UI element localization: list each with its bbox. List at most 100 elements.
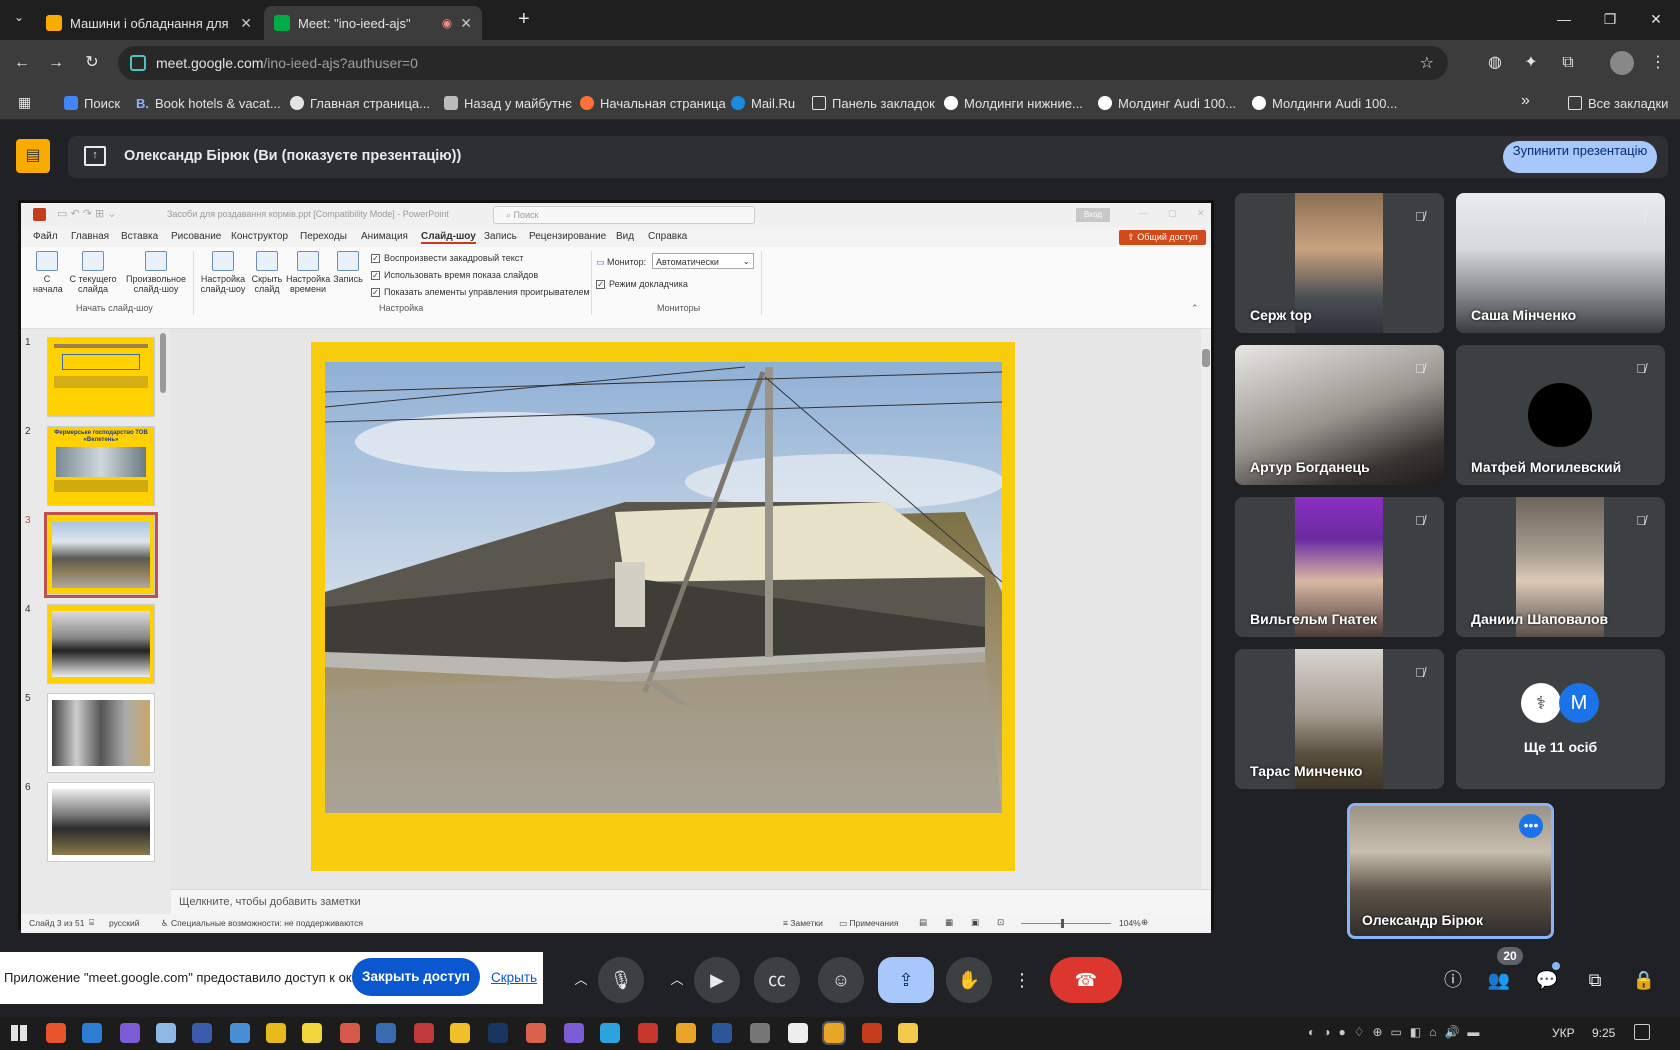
spellcheck-icon[interactable]: ⌸: [89, 917, 94, 928]
presenter-view-checkbox[interactable]: ✓ Режим докладчика: [596, 279, 688, 289]
thumbnail-slide-6[interactable]: [47, 782, 155, 862]
thumbnail-slide-4[interactable]: [47, 604, 155, 684]
bookmark-back-future[interactable]: Назад у майбутнє: [444, 92, 572, 114]
all-bookmarks[interactable]: Все закладки: [1568, 92, 1668, 114]
more-options-icon[interactable]: •••: [1519, 814, 1543, 838]
taskbar-app-icon[interactable]: [414, 1023, 434, 1043]
record-button[interactable]: Запись: [333, 251, 363, 284]
ppt-minimize-icon[interactable]: —: [1139, 208, 1148, 218]
tab-search-chevron-icon[interactable]: ⌄: [8, 10, 30, 30]
notes-toggle[interactable]: ≡ Заметки: [783, 918, 823, 928]
taskbar-notepad-icon[interactable]: [788, 1023, 808, 1043]
taskbar-app-icon[interactable]: [450, 1023, 470, 1043]
reload-icon[interactable]: ↻: [80, 51, 104, 75]
comments-toggle[interactable]: ▭ Примечания: [839, 918, 898, 929]
from-beginning-button[interactable]: С начала: [33, 251, 63, 294]
system-tray-icons[interactable]: ◐◑●♢⊕▭◧⌂🔊▬: [1308, 1025, 1487, 1039]
reading-view-icon[interactable]: ▣: [971, 917, 979, 928]
ppt-search-box[interactable]: ⌕ Поиск: [493, 206, 755, 224]
participant-tile[interactable]: 🎙̸ Даниил Шаповалов: [1456, 497, 1665, 637]
language-indicator[interactable]: русский: [109, 918, 140, 928]
reactions-button[interactable]: ☺: [818, 957, 864, 1003]
bookmark-moldings-3[interactable]: Молдинги Audi 100...: [1252, 92, 1397, 114]
presenting-indicator-icon[interactable]: ▤: [16, 139, 50, 173]
profile-avatar[interactable]: [1610, 51, 1634, 75]
participant-tile[interactable]: 🎙̸ Вильгельм Гнатек: [1235, 497, 1444, 637]
close-tab-icon[interactable]: ✕: [240, 15, 252, 32]
taskbar-app-icon[interactable]: [266, 1023, 286, 1043]
slideshow-view-icon[interactable]: ⊡: [997, 917, 1004, 928]
menu-view[interactable]: Вид: [616, 231, 634, 242]
apps-grid-icon[interactable]: ▦: [18, 94, 31, 111]
start-windows-icon[interactable]: [11, 1025, 27, 1041]
thumbnail-slide-3-selected[interactable]: [44, 512, 158, 598]
back-icon[interactable]: ←: [10, 51, 34, 75]
from-current-button[interactable]: С текущего слайда: [69, 251, 117, 294]
forward-icon[interactable]: →: [44, 51, 68, 75]
host-controls-icon[interactable]: 🔒: [1621, 957, 1667, 1003]
thumbnail-slide-2[interactable]: Фермерське господарство ТОВ «Велетень»: [47, 426, 155, 506]
menu-home[interactable]: Главная: [71, 231, 109, 242]
normal-view-icon[interactable]: ▤: [919, 917, 927, 928]
participant-tile[interactable]: 🎙̸ Серж top: [1235, 193, 1444, 333]
menu-file[interactable]: Файл: [33, 231, 58, 242]
fit-to-window-icon[interactable]: ⊕: [1141, 917, 1148, 928]
taskbar-word-icon[interactable]: [712, 1023, 732, 1043]
menu-help[interactable]: Справка: [648, 231, 687, 242]
taskbar-app-icon[interactable]: [156, 1023, 176, 1043]
taskbar-app-icon[interactable]: [230, 1023, 250, 1043]
tab-machines[interactable]: Машини і обладнання для тва ✕: [36, 6, 262, 40]
taskbar-app-icon[interactable]: [302, 1023, 322, 1043]
camera-button[interactable]: ▶: [694, 957, 740, 1003]
captions-button[interactable]: ㏄: [754, 957, 800, 1003]
slide-sorter-icon[interactable]: ▦: [945, 917, 953, 928]
participant-tile[interactable]: 🎙̸ Артур Богданець: [1235, 345, 1444, 485]
leave-call-button[interactable]: ☎: [1050, 957, 1122, 1003]
taskbar-app-icon[interactable]: [46, 1023, 66, 1043]
menu-kebab-icon[interactable]: ⋮: [1646, 51, 1670, 75]
bookmark-booking[interactable]: B. Book hotels & vacat...: [136, 92, 281, 114]
show-media-controls-checkbox[interactable]: ✓ Показать элементы управления проигрыват…: [371, 287, 590, 297]
taskbar-viber-icon[interactable]: [564, 1023, 584, 1043]
keyboard-language[interactable]: УКР: [1552, 1026, 1575, 1040]
accessibility-status[interactable]: ♿ Специальные возможности: не поддержива…: [161, 918, 363, 929]
taskbar-explorer-icon[interactable]: [898, 1023, 918, 1043]
stop-sharing-button[interactable]: Закрыть доступ: [352, 958, 480, 996]
slide-scrollbar-thumb[interactable]: [1202, 349, 1210, 367]
taskbar-app-icon[interactable]: [376, 1023, 396, 1043]
taskbar-app-icon[interactable]: [638, 1023, 658, 1043]
extension-color-icon[interactable]: ✦: [1519, 51, 1543, 75]
restore-button[interactable]: ❐: [1587, 6, 1633, 32]
notes-pane[interactable]: Щелкните, чтобы добавить заметки: [171, 889, 1211, 914]
bookmark-mailru[interactable]: Mail.Ru: [731, 92, 795, 114]
activities-icon[interactable]: ⧉: [1572, 957, 1618, 1003]
taskbar-powerpoint-icon[interactable]: [862, 1023, 882, 1043]
taskbar-app-icon[interactable]: [192, 1023, 212, 1043]
signin-button[interactable]: Вход: [1076, 208, 1110, 222]
custom-slideshow-button[interactable]: Произвольное слайд-шоу: [125, 251, 187, 294]
monitor-select[interactable]: Автоматически ⌄: [652, 253, 754, 269]
taskbar-app-icon[interactable]: [82, 1023, 102, 1043]
thumbnails-scrollbar[interactable]: [160, 333, 166, 393]
zoom-slider-thumb[interactable]: [1061, 919, 1064, 928]
menu-transitions[interactable]: Переходы: [300, 231, 347, 242]
clock[interactable]: 9:25: [1592, 1026, 1615, 1040]
bookmark-search[interactable]: Поиск: [64, 92, 120, 114]
thumbnail-slide-5[interactable]: [47, 693, 155, 773]
taskbar-settings-icon[interactable]: [750, 1023, 770, 1043]
raise-hand-button[interactable]: ✋: [946, 957, 992, 1003]
microphone-button[interactable]: 🎙: [598, 957, 644, 1003]
close-tab-icon[interactable]: ✕: [460, 15, 472, 32]
taskbar-photoshop-icon[interactable]: [488, 1023, 508, 1043]
menu-animation[interactable]: Анимация: [361, 231, 408, 242]
more-participants-tile[interactable]: ⚕ M Ще 11 осіб: [1456, 649, 1665, 789]
taskbar-chrome-icon[interactable]: [676, 1023, 696, 1043]
chat-icon[interactable]: 💬: [1524, 957, 1570, 1003]
bookmark-start-page[interactable]: Начальная страница: [580, 92, 726, 114]
taskbar-app-icon[interactable]: [340, 1023, 360, 1043]
share-button[interactable]: ⇪ Общий доступ: [1119, 230, 1206, 245]
menu-design[interactable]: Конструктор: [231, 231, 288, 242]
hide-slide-button[interactable]: Скрыть слайд: [249, 251, 285, 294]
video-options-chevron-icon[interactable]: ︿: [663, 966, 691, 994]
taskbar-chrome-active-icon[interactable]: [822, 1021, 846, 1045]
